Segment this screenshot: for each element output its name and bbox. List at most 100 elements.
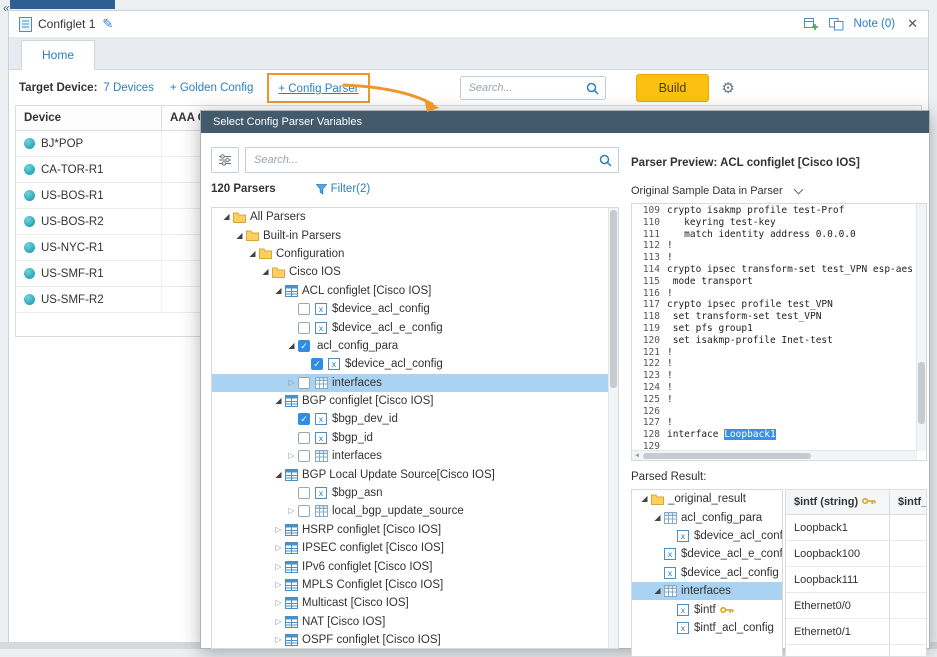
intf-acl-column-header[interactable]: $intf_a bbox=[890, 490, 927, 514]
tree-collapsed-icon[interactable]: ▷ bbox=[272, 635, 285, 645]
checkbox-unchecked-icon[interactable] bbox=[298, 303, 310, 315]
tree-item[interactable]: x$device_acl_e_config bbox=[212, 318, 618, 336]
checkbox-checked-icon[interactable]: ✓ bbox=[311, 358, 323, 370]
tree-expanded-icon[interactable]: ◢ bbox=[651, 513, 664, 523]
search-icon[interactable] bbox=[599, 154, 612, 167]
note-link[interactable]: Note (0) bbox=[854, 18, 896, 30]
table-row[interactable]: Loopback111 bbox=[786, 567, 926, 593]
chevron-down-icon[interactable] bbox=[793, 185, 803, 195]
tree-item[interactable]: ▷IPv6 configlet [Cisco IOS] bbox=[212, 557, 618, 575]
tree-collapsed-icon[interactable]: ▷ bbox=[285, 378, 298, 388]
tree-collapsed-icon[interactable]: ▷ bbox=[285, 451, 298, 461]
table-row[interactable]: Ethernet0/1 bbox=[786, 619, 926, 645]
scroll-left-arrow-icon[interactable]: ◄ bbox=[634, 453, 640, 459]
tree-expanded-icon[interactable]: ◢ bbox=[220, 212, 233, 222]
tree-item[interactable]: ▷interfaces bbox=[212, 374, 618, 392]
search-input[interactable] bbox=[460, 76, 606, 100]
tree-item[interactable]: ◢Cisco IOS bbox=[212, 263, 618, 281]
tree-item[interactable]: x$bgp_asn bbox=[212, 484, 618, 502]
checkbox-unchecked-icon[interactable] bbox=[298, 377, 310, 389]
table-row[interactable]: Loopback1 bbox=[786, 515, 926, 541]
code-horizontal-scrollbar[interactable]: ◄ bbox=[632, 450, 917, 460]
export-table-icon[interactable] bbox=[804, 17, 819, 31]
tree-expanded-icon[interactable]: ◢ bbox=[285, 341, 298, 351]
table-row[interactable]: Ethernet0/0 bbox=[786, 593, 926, 619]
tree-item[interactable]: ◢Configuration bbox=[212, 245, 618, 263]
device-column-header[interactable]: Device bbox=[16, 106, 162, 130]
tree-item[interactable]: ▷NAT [Cisco IOS] bbox=[212, 613, 618, 631]
tree-item[interactable]: ▷OSPF configlet [Cisco IOS] bbox=[212, 631, 618, 649]
search-icon[interactable] bbox=[586, 82, 599, 95]
tree-expanded-icon[interactable]: ◢ bbox=[246, 249, 259, 259]
tree-item[interactable]: x$intf_acl_config bbox=[632, 619, 782, 637]
tree-collapsed-icon[interactable]: ▷ bbox=[272, 562, 285, 572]
scrollbar-thumb[interactable] bbox=[918, 362, 925, 424]
tree-item[interactable]: ◢Built-in Parsers bbox=[212, 226, 618, 244]
checkbox-checked-icon[interactable]: ✓ bbox=[298, 413, 310, 425]
filter-link[interactable]: Filter(2) bbox=[331, 183, 371, 195]
tree-collapsed-icon[interactable]: ▷ bbox=[272, 617, 285, 627]
tree-item[interactable]: x$device_acl_config bbox=[212, 300, 618, 318]
tree-expanded-icon[interactable]: ◢ bbox=[272, 286, 285, 296]
parser-search-input[interactable] bbox=[245, 147, 619, 173]
add-config-parser-link[interactable]: + Config Parser bbox=[267, 73, 369, 103]
tree-expanded-icon[interactable]: ◢ bbox=[272, 470, 285, 480]
checkbox-unchecked-icon[interactable] bbox=[298, 450, 310, 462]
tree-collapsed-icon[interactable]: ▷ bbox=[272, 580, 285, 590]
gear-icon[interactable]: ⚙ bbox=[721, 79, 734, 97]
tree-item[interactable]: ◢acl_config_para bbox=[632, 508, 782, 526]
scrollbar-thumb[interactable] bbox=[610, 210, 617, 388]
tree-expanded-icon[interactable]: ◢ bbox=[233, 231, 246, 241]
tree-expanded-icon[interactable]: ◢ bbox=[651, 586, 664, 596]
tree-item[interactable]: ✓x$bgp_dev_id bbox=[212, 410, 618, 428]
code-vertical-scrollbar[interactable] bbox=[916, 204, 926, 451]
devices-count-link[interactable]: 7 Devices bbox=[103, 82, 154, 94]
tree-item[interactable]: x$device_acl_config bbox=[632, 564, 782, 582]
checkbox-unchecked-icon[interactable] bbox=[298, 487, 310, 499]
tree-item[interactable]: x$bgp_id bbox=[212, 429, 618, 447]
tree-item[interactable]: ◢BGP Local Update Source[Cisco IOS] bbox=[212, 465, 618, 483]
add-golden-config-link[interactable]: + Golden Config bbox=[170, 82, 253, 94]
tree-expanded-icon[interactable]: ◢ bbox=[259, 267, 272, 277]
tree-item[interactable]: ▷local_bgp_update_source bbox=[212, 502, 618, 520]
tree-item[interactable]: ◢interfaces bbox=[632, 582, 782, 600]
tree-item[interactable]: ▷HSRP configlet [Cisco IOS] bbox=[212, 521, 618, 539]
tree-item[interactable]: ◢BGP configlet [Cisco IOS] bbox=[212, 392, 618, 410]
tree-collapsed-icon[interactable]: ▷ bbox=[272, 598, 285, 608]
checkbox-unchecked-icon[interactable] bbox=[298, 322, 310, 334]
tree-item[interactable]: ✓x$device_acl_config bbox=[212, 355, 618, 373]
checkbox-checked-icon[interactable]: ✓ bbox=[298, 340, 310, 352]
checkbox-unchecked-icon[interactable] bbox=[298, 432, 310, 444]
tree-item[interactable]: ◢ACL configlet [Cisco IOS] bbox=[212, 282, 618, 300]
tree-item[interactable]: x$intf bbox=[632, 600, 782, 618]
tree-item[interactable]: ◢✓acl_config_para bbox=[212, 337, 618, 355]
table-row[interactable]: Loopback100 bbox=[786, 541, 926, 567]
tree-collapsed-icon[interactable]: ▷ bbox=[272, 525, 285, 535]
tree-item[interactable]: ◢_original_result bbox=[632, 490, 782, 508]
tree-item[interactable]: ▷IPSEC configlet [Cisco IOS] bbox=[212, 539, 618, 557]
intf-column-header[interactable]: $intf (string) bbox=[786, 490, 890, 514]
filter-funnel-icon[interactable] bbox=[316, 184, 327, 195]
tree-item[interactable]: ▷interfaces bbox=[212, 447, 618, 465]
tree-collapsed-icon[interactable]: ▷ bbox=[285, 506, 298, 516]
scrollbar-thumb[interactable] bbox=[643, 453, 811, 459]
dialog-titlebar[interactable]: Select Config Parser Variables bbox=[201, 111, 929, 133]
checkbox-unchecked-icon[interactable] bbox=[298, 505, 310, 517]
split-view-icon[interactable] bbox=[829, 18, 844, 31]
tree-item[interactable]: x$device_acl_config bbox=[632, 527, 782, 545]
close-icon[interactable]: ✕ bbox=[907, 16, 918, 32]
tree-item[interactable]: ▷MPLS Configlet [Cisco IOS] bbox=[212, 576, 618, 594]
advanced-filter-button[interactable] bbox=[211, 147, 239, 173]
edit-pencil-icon[interactable]: ✎ bbox=[102, 16, 113, 32]
table-row[interactable] bbox=[786, 645, 926, 657]
tree-expanded-icon[interactable]: ◢ bbox=[638, 494, 651, 504]
build-button[interactable]: Build bbox=[636, 74, 710, 102]
tree-expanded-icon[interactable]: ◢ bbox=[272, 396, 285, 406]
sample-config-viewer[interactable]: 109crypto isakmp profile test-Prof110 ke… bbox=[631, 203, 927, 461]
tree-scrollbar[interactable] bbox=[608, 208, 618, 648]
tree-item[interactable]: ◢All Parsers bbox=[212, 208, 618, 226]
tree-collapsed-icon[interactable]: ▷ bbox=[272, 543, 285, 553]
tree-item[interactable]: ▷Multicast [Cisco IOS] bbox=[212, 594, 618, 612]
tab-home[interactable]: Home bbox=[21, 40, 95, 70]
tree-item[interactable]: x$device_acl_e_config bbox=[632, 545, 782, 563]
